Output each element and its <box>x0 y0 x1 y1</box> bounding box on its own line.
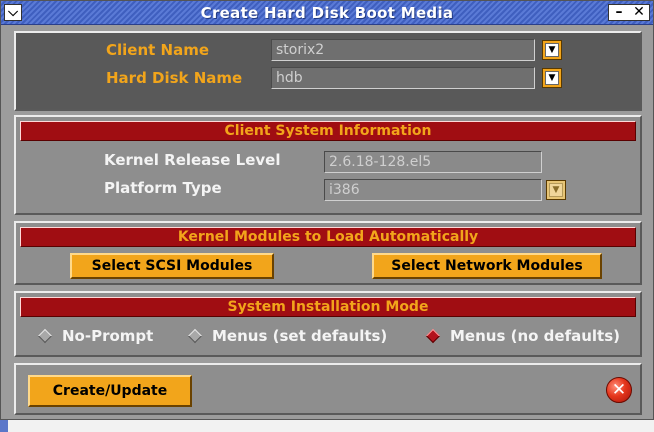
platform-type-label: Platform Type <box>104 179 222 197</box>
footer-panel: Create/Update ✕ <box>14 363 642 415</box>
radio-label: No-Prompt <box>62 327 154 345</box>
close-icon[interactable]: ✕ <box>606 377 632 403</box>
radio-diamond-selected-icon <box>425 328 441 344</box>
radio-label: Menus (no defaults) <box>450 327 621 345</box>
select-network-modules-button[interactable]: Select Network Modules <box>372 253 602 279</box>
platform-type-dropdown-button: ▼ <box>546 180 566 200</box>
hard-disk-name-label: Hard Disk Name <box>106 69 243 87</box>
system-info-header: Client System Information <box>20 121 636 141</box>
dialog-window: ⌵ Create Hard Disk Boot Media – ✕ Client… <box>0 0 654 420</box>
window-title: Create Hard Disk Boot Media <box>200 4 454 22</box>
chevron-down-icon: ▼ <box>545 43 559 57</box>
radio-label: Menus (set defaults) <box>212 327 388 345</box>
minimize-icon[interactable]: – <box>609 5 629 20</box>
kernel-modules-header: Kernel Modules to Load Automatically <box>20 227 636 247</box>
platform-type-field: i386 <box>324 179 542 201</box>
create-update-button[interactable]: Create/Update <box>28 375 192 407</box>
desktop-strip <box>0 420 654 432</box>
kernel-modules-panel: Kernel Modules to Load Automatically Sel… <box>14 221 642 285</box>
client-name-dropdown-button[interactable]: ▼ <box>542 40 562 60</box>
title-bar[interactable]: ⌵ Create Hard Disk Boot Media – ✕ <box>1 1 653 25</box>
kernel-release-label: Kernel Release Level <box>104 151 281 169</box>
client-panel: Client Name storix2 ▼ Hard Disk Name hdb… <box>14 31 642 111</box>
installation-mode-radio-group: No-Prompt Menus (set defaults) Menus (no… <box>16 327 640 349</box>
hard-disk-name-field[interactable]: hdb <box>271 67 535 89</box>
chevron-down-icon: ▼ <box>545 71 559 85</box>
radio-diamond-icon <box>37 328 53 344</box>
radio-menus-no-defaults[interactable]: Menus (no defaults) <box>425 327 621 345</box>
radio-menus-set-defaults[interactable]: Menus (set defaults) <box>187 327 388 345</box>
window-controls: – ✕ <box>608 4 650 21</box>
kernel-release-field: 2.6.18-128.el5 <box>324 151 542 173</box>
hard-disk-dropdown-button[interactable]: ▼ <box>542 68 562 88</box>
installation-mode-header: System Installation Mode <box>20 297 636 317</box>
radio-no-prompt[interactable]: No-Prompt <box>37 327 154 345</box>
installation-mode-panel: System Installation Mode No-Prompt Menus… <box>14 291 642 357</box>
desktop-edge <box>0 420 8 432</box>
client-name-field[interactable]: storix2 <box>271 39 535 61</box>
select-scsi-modules-button[interactable]: Select SCSI Modules <box>70 253 274 279</box>
radio-diamond-icon <box>187 328 203 344</box>
client-name-label: Client Name <box>106 41 210 59</box>
system-info-panel: Client System Information Kernel Release… <box>14 115 642 215</box>
chevron-down-icon: ▼ <box>549 183 563 197</box>
close-window-icon[interactable]: ✕ <box>629 5 649 20</box>
